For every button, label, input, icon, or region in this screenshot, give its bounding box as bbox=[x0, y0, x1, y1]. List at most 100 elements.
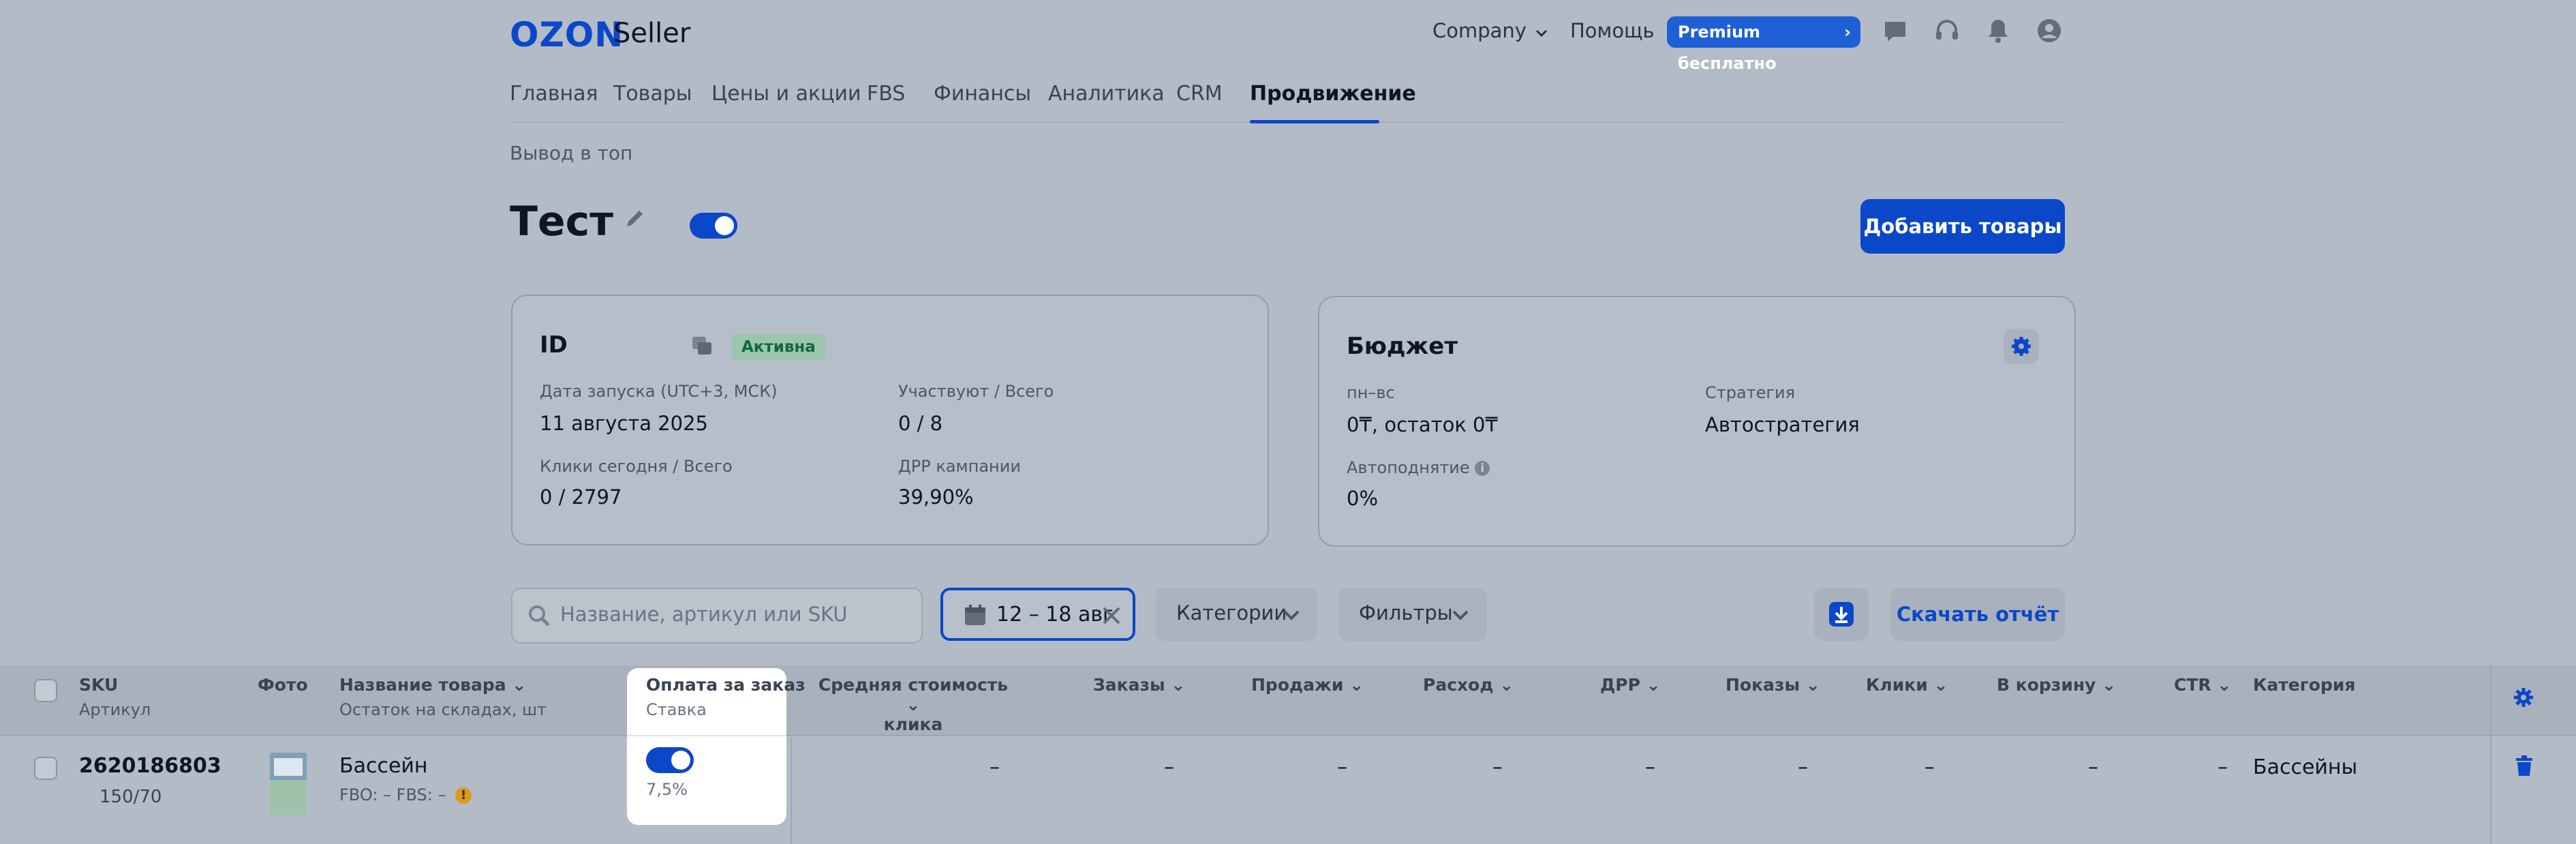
company-menu[interactable]: Company bbox=[1432, 19, 1548, 42]
col-impressions-label: Показы bbox=[1726, 675, 1800, 695]
chevron-down-icon: ⌄ bbox=[512, 675, 527, 695]
col-orders[interactable]: Заказы ⌄ bbox=[1093, 675, 1185, 695]
tab-prices[interactable]: Цены и акции bbox=[711, 82, 861, 106]
date-range-picker[interactable]: 12 – 18 авг bbox=[940, 588, 1135, 641]
budget-title: Бюджет bbox=[1347, 333, 1458, 360]
row-cart: – bbox=[2088, 755, 2098, 779]
download-button[interactable] bbox=[1814, 588, 1869, 641]
warning-icon[interactable]: ! bbox=[455, 787, 472, 804]
period-label: пн–вс bbox=[1347, 383, 1395, 402]
drr-value: 39,90% bbox=[898, 485, 974, 509]
row-sku[interactable]: 2620186803 bbox=[79, 754, 221, 778]
calendar-icon bbox=[965, 605, 985, 625]
autoraise-value: 0% bbox=[1347, 487, 1379, 510]
download-report-button[interactable]: Скачать отчёт bbox=[1890, 588, 2065, 641]
col-orders-label: Заказы bbox=[1093, 675, 1165, 695]
categories-dropdown[interactable]: Категории bbox=[1156, 588, 1317, 641]
budget-settings-button[interactable] bbox=[2004, 329, 2039, 364]
launch-date-label: Дата запуска (UTC+3, МСК) bbox=[540, 382, 778, 401]
col-pay-label: Оплата за заказ bbox=[646, 675, 806, 695]
col-spend-label: Расход bbox=[1423, 675, 1494, 695]
col-ctr[interactable]: CTR ⌄ bbox=[2174, 675, 2231, 695]
rate-toggle[interactable] bbox=[646, 747, 694, 773]
filters-dropdown[interactable]: Фильтры bbox=[1338, 588, 1487, 641]
col-sku-label: SKU bbox=[79, 675, 119, 695]
premium-label: Premium бесплатно bbox=[1678, 22, 1777, 73]
row-product-name[interactable]: Бассейн bbox=[339, 754, 428, 778]
headset-icon[interactable] bbox=[1934, 18, 1960, 44]
column-divider-right bbox=[2490, 665, 2491, 844]
card-id-title: ID bbox=[540, 331, 568, 359]
col-photo: Фото bbox=[258, 675, 308, 695]
participate-label: Участвуют / Всего bbox=[898, 382, 1054, 401]
breadcrumb[interactable]: Вывод в топ bbox=[510, 142, 632, 164]
col-pay[interactable]: Оплата за заказ Ставка bbox=[646, 675, 806, 719]
pay-divider bbox=[627, 735, 786, 736]
filters-label: Фильтры bbox=[1359, 601, 1453, 624]
col-name[interactable]: Название товара ⌄ Остаток на складах, шт bbox=[339, 675, 547, 719]
nav-active-indicator bbox=[1250, 120, 1379, 123]
chevron-down-icon: ⌄ bbox=[1349, 675, 1364, 695]
col-cart[interactable]: В корзину ⌄ bbox=[1997, 675, 2116, 695]
categories-label: Категории bbox=[1176, 601, 1287, 624]
chevron-down-icon: ⌄ bbox=[906, 695, 921, 714]
gear-icon[interactable] bbox=[2512, 686, 2535, 709]
tab-finance[interactable]: Финансы bbox=[934, 82, 1031, 106]
col-clicks-label: Клики bbox=[1866, 675, 1928, 695]
row-stock: FBO: – FBS: – ! bbox=[339, 785, 472, 804]
ozon-logo[interactable]: OZON bbox=[510, 15, 624, 55]
col-spend[interactable]: Расход ⌄ bbox=[1423, 675, 1514, 695]
bell-icon[interactable] bbox=[1986, 18, 2010, 44]
profile-icon[interactable] bbox=[2036, 18, 2062, 44]
info-icon[interactable]: i bbox=[1475, 461, 1490, 476]
tab-promotion[interactable]: Продвижение bbox=[1250, 82, 1416, 106]
tab-analytics[interactable]: Аналитика bbox=[1048, 82, 1165, 106]
tab-fbs[interactable]: FBS bbox=[867, 82, 905, 106]
row-drr: – bbox=[1645, 755, 1655, 779]
chevron-down-icon: ⌄ bbox=[1646, 675, 1661, 695]
campaign-toggle[interactable] bbox=[690, 213, 737, 239]
col-avg-click[interactable]: Средняя стоимость ⌄ клика bbox=[818, 675, 1009, 734]
row-impressions: – bbox=[1798, 755, 1808, 779]
col-avg-click-label-2: клика bbox=[883, 714, 943, 734]
strategy-value: Автостратегия bbox=[1705, 413, 1860, 436]
drr-label: ДРР кампании bbox=[898, 457, 1021, 476]
col-drr-label: ДРР bbox=[1600, 675, 1640, 695]
copy-icon[interactable] bbox=[691, 335, 714, 357]
row-checkbox[interactable] bbox=[34, 757, 57, 780]
clear-icon[interactable] bbox=[1101, 605, 1122, 626]
col-sales[interactable]: Продажи ⌄ bbox=[1251, 675, 1364, 695]
period-value: 0₸, остаток 0₸ bbox=[1347, 413, 1498, 436]
chevron-down-icon: ⌄ bbox=[2102, 675, 2117, 695]
chevron-right-icon: › bbox=[1844, 22, 1851, 42]
row-stock-text: FBO: – FBS: – bbox=[339, 785, 446, 804]
company-label: Company bbox=[1432, 19, 1527, 42]
trash-icon[interactable] bbox=[2515, 755, 2534, 777]
page-title: Тест bbox=[510, 198, 613, 245]
product-photo[interactable] bbox=[270, 753, 307, 815]
gear-icon bbox=[2012, 337, 2031, 356]
tab-products[interactable]: Товары bbox=[613, 82, 692, 106]
row-rate: 7,5% bbox=[646, 780, 688, 799]
add-products-button[interactable]: Добавить товары bbox=[1860, 199, 2065, 254]
chevron-down-icon bbox=[1536, 29, 1548, 37]
tab-home[interactable]: Главная bbox=[510, 82, 598, 106]
col-clicks[interactable]: Клики ⌄ bbox=[1866, 675, 1948, 695]
chevron-down-icon: ⌄ bbox=[1805, 675, 1820, 695]
tab-crm[interactable]: CRM bbox=[1176, 82, 1223, 106]
search-placeholder: Название, артикул или SKU bbox=[560, 603, 848, 626]
col-ctr-label: CTR bbox=[2174, 675, 2211, 695]
launch-date-value: 11 августа 2025 bbox=[540, 412, 709, 435]
help-link[interactable]: Помощь bbox=[1570, 19, 1655, 42]
col-name-label: Название товара bbox=[339, 675, 506, 695]
col-impressions[interactable]: Показы ⌄ bbox=[1726, 675, 1820, 695]
row-sales: – bbox=[1337, 755, 1347, 779]
premium-button[interactable]: Premium бесплатно › bbox=[1667, 16, 1860, 73]
col-sku[interactable]: SKU Артикул bbox=[79, 675, 151, 719]
search-input[interactable]: Название, артикул или SKU bbox=[511, 588, 923, 644]
col-drr[interactable]: ДРР ⌄ bbox=[1600, 675, 1661, 695]
chat-icon[interactable] bbox=[1882, 19, 1908, 44]
edit-icon[interactable] bbox=[623, 207, 647, 232]
select-all-checkbox[interactable] bbox=[34, 679, 57, 702]
row-orders: – bbox=[1164, 755, 1174, 779]
